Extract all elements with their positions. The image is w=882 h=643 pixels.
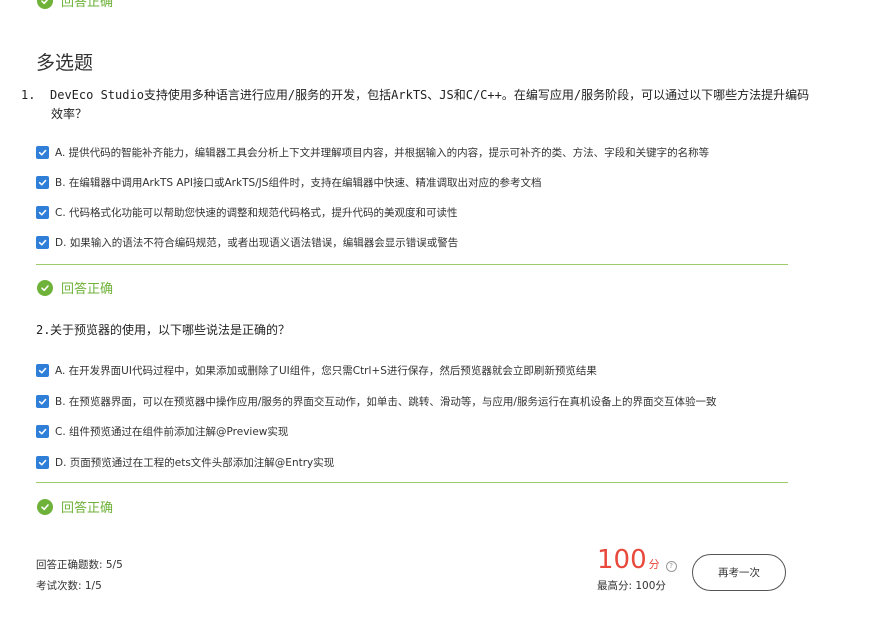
attempt-count: 考试次数: 1/5 xyxy=(36,580,102,592)
question-number: 1. xyxy=(21,88,36,102)
option-label: B. 在编辑器中调用ArkTS API接口或ArkTS/JS组件时，支持在编辑器… xyxy=(55,177,542,189)
checkbox-checked-icon[interactable] xyxy=(36,176,49,189)
divider xyxy=(36,264,788,265)
checkbox-checked-icon[interactable] xyxy=(36,364,49,377)
verdict-label: 回答正确 xyxy=(61,282,114,297)
question-1-option-b[interactable]: B. 在编辑器中调用ArkTS API接口或ArkTS/JS组件时，支持在编辑器… xyxy=(36,175,541,190)
question-1-option-c[interactable]: C. 代码格式化功能可以帮助您快速的调整和规范代码格式，提升代码的美观度和可读性 xyxy=(36,205,458,220)
check-circle-icon xyxy=(37,498,53,515)
correct-count: 回答正确题数: 5/5 xyxy=(36,559,123,571)
option-label: A. 在开发界面UI代码过程中，如果添加或删除了UI组件，您只需Ctrl+S进行… xyxy=(55,365,597,377)
score-display: 100 分 ? xyxy=(597,545,677,575)
retake-exam-button[interactable]: 再考一次 xyxy=(692,554,786,591)
check-circle-icon xyxy=(37,279,53,296)
question-2-option-a[interactable]: A. 在开发界面UI代码过程中，如果添加或删除了UI组件，您只需Ctrl+S进行… xyxy=(36,363,597,378)
previous-question-verdict: 回答正确 xyxy=(37,0,113,10)
section-title: 多选题 xyxy=(36,52,94,74)
question-2-option-d[interactable]: D. 页面预览通过在工程的ets文件头部添加注解@Entry实现 xyxy=(36,455,334,470)
checkbox-checked-icon[interactable] xyxy=(36,206,49,219)
checkbox-checked-icon[interactable] xyxy=(36,236,49,249)
option-label: C. 代码格式化功能可以帮助您快速的调整和规范代码格式，提升代码的美观度和可读性 xyxy=(55,207,458,219)
checkbox-checked-icon[interactable] xyxy=(36,146,49,159)
option-label: C. 组件预览通过在组件前添加注解@Preview实现 xyxy=(55,426,289,438)
question-2-option-b[interactable]: B. 在预览器界面，可以在预览器中操作应用/服务的界面交互动作，如单击、跳转、滑… xyxy=(36,394,716,409)
question-body: 关于预览器的使用，以下哪些说法是正确的？ xyxy=(50,323,291,337)
option-label: D. 页面预览通过在工程的ets文件头部添加注解@Entry实现 xyxy=(55,457,335,469)
question-2-verdict: 回答正确 xyxy=(37,497,113,516)
question-1-text: 1. DevEco Studio支持使用多种语言进行应用/服务的开发，包括ArkT… xyxy=(21,86,811,124)
option-label: D. 如果输入的语法不符合编码规范，或者出现语义语法错误，编辑器会显示错误或警告 xyxy=(55,237,459,249)
question-1-verdict: 回答正确 xyxy=(37,278,113,297)
question-1-option-d[interactable]: D. 如果输入的语法不符合编码规范，或者出现语义语法错误，编辑器会显示错误或警告 xyxy=(36,235,458,250)
verdict-label: 回答正确 xyxy=(61,501,114,516)
divider xyxy=(36,482,788,483)
checkbox-checked-icon[interactable] xyxy=(36,395,49,408)
checkbox-checked-icon[interactable] xyxy=(36,456,49,469)
option-label: B. 在预览器界面，可以在预览器中操作应用/服务的界面交互动作，如单击、跳转、滑… xyxy=(55,396,717,408)
option-label: A. 提供代码的智能补齐能力，编辑器工具会分析上下文并理解项目内容，并根据输入的… xyxy=(55,147,710,159)
score-value: 100 xyxy=(597,545,647,575)
question-2-text: 2.关于预览器的使用，以下哪些说法是正确的？ xyxy=(36,321,796,340)
question-mark-icon[interactable]: ? xyxy=(665,560,677,572)
question-body: DevEco Studio支持使用多种语言进行应用/服务的开发，包括ArkTS、… xyxy=(50,88,810,121)
question-number: 2. xyxy=(36,323,51,337)
verdict-label: 回答正确 xyxy=(61,0,114,10)
best-score: 最高分: 100分 xyxy=(597,580,666,592)
question-2-option-c[interactable]: C. 组件预览通过在组件前添加注解@Preview实现 xyxy=(36,424,288,439)
check-circle-icon xyxy=(37,0,53,9)
checkbox-checked-icon[interactable] xyxy=(36,425,49,438)
score-unit: 分 xyxy=(648,558,660,571)
question-1-option-a[interactable]: A. 提供代码的智能补齐能力，编辑器工具会分析上下文并理解项目内容，并根据输入的… xyxy=(36,145,709,160)
